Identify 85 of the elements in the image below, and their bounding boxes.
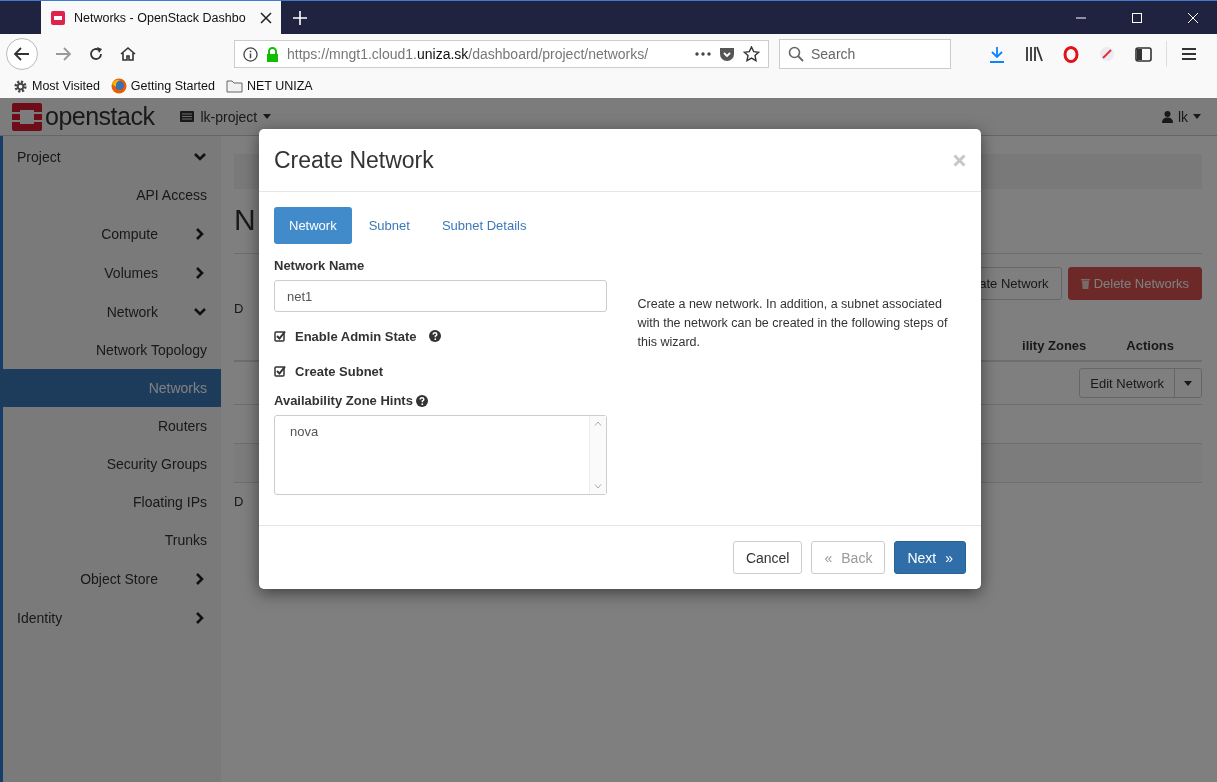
back-button[interactable]	[6, 38, 38, 70]
next-button[interactable]: Next »	[894, 541, 966, 574]
search-icon	[788, 46, 804, 62]
info-icon[interactable]	[243, 46, 258, 62]
folder-icon	[225, 79, 243, 93]
openstack-logo[interactable]: openstack	[12, 102, 155, 131]
new-tab-icon[interactable]	[293, 10, 307, 25]
chevron-right-icon	[196, 266, 204, 279]
tab-title: Networks - OpenStack Dashbo	[74, 10, 247, 25]
sidebar-item[interactable]: Identity	[3, 598, 221, 637]
network-name-field[interactable]: net1	[274, 280, 608, 312]
delete-networks-button[interactable]: Delete Networks	[1067, 267, 1202, 300]
dialog-title: Create Network	[274, 146, 434, 174]
sidebar-item[interactable]: Floating IPs	[3, 483, 221, 521]
reload-icon[interactable]	[88, 46, 104, 62]
column-header: Actions	[1126, 337, 1174, 353]
sidebar-item[interactable]: Security Groups	[3, 445, 221, 483]
help-icon[interactable]	[415, 394, 428, 407]
checkbox[interactable]	[274, 330, 286, 342]
sidebar-item[interactable]: Trunks	[3, 521, 221, 559]
lock-icon	[266, 46, 279, 62]
globe-icon	[110, 78, 127, 94]
field-label: Availability Zone Hints	[274, 393, 413, 408]
wizard-tab[interactable]: Network	[274, 207, 352, 244]
caret-icon	[1184, 380, 1192, 386]
sidebar-item[interactable]: Networks	[0, 369, 221, 407]
download-icon[interactable]	[989, 45, 1005, 63]
cancel-button[interactable]: Cancel	[732, 541, 803, 574]
bookmark-item[interactable]: Most Visited	[13, 78, 100, 94]
trash-icon	[1080, 278, 1090, 289]
wizard-tab[interactable]: Subnet	[353, 207, 425, 244]
project-dropdown[interactable]: lk-project	[180, 108, 272, 125]
tab-favicon-icon	[50, 9, 66, 26]
bookmark-item[interactable]: Getting Started	[110, 78, 215, 94]
field-label: Network Name	[274, 258, 366, 273]
footer-text: D	[234, 494, 245, 509]
caret-icon	[1193, 114, 1201, 119]
url-text: https://mngt1.cloud1.uniza.sk/dashboard/project/networks/	[287, 46, 650, 62]
address-bar[interactable]: https://mngt1.cloud1.uniza.sk/dashboard/project/networks/	[234, 40, 769, 68]
search-field[interactable]: Search	[779, 39, 951, 69]
sidebar-item[interactable]: Volumes	[3, 253, 221, 292]
sidebar-item[interactable]: API Access	[3, 176, 221, 214]
list-option[interactable]: nova	[290, 424, 575, 439]
browser-tab[interactable]: Networks - OpenStack Dashbo	[41, 1, 281, 34]
column-header: ility Zones	[1022, 337, 1087, 353]
filter-text: D	[234, 301, 244, 316]
bookmark-item[interactable]: NET UNIZA	[225, 79, 313, 93]
user-menu[interactable]: lk	[1161, 108, 1205, 125]
help-text: Create a new network. In addition, a subnet associated with the network can be created in the following steps of this wizard.	[637, 296, 949, 351]
user-icon	[1161, 110, 1173, 123]
edit-network-button[interactable]: Edit Network	[1079, 368, 1202, 398]
checkbox-label: Create Subnet	[295, 363, 384, 379]
zone-hints-list[interactable]: nova	[274, 415, 608, 495]
gear-icon	[13, 78, 28, 94]
sidebar-item[interactable]: Project	[3, 137, 221, 176]
close-icon[interactable]	[260, 11, 272, 24]
caret-icon	[263, 114, 272, 119]
page-title: N	[234, 202, 256, 238]
menu-icon[interactable]	[1181, 47, 1197, 61]
ring-icon[interactable]	[1063, 45, 1079, 63]
arrow-left-icon	[13, 45, 31, 63]
chevron-right-icon	[196, 572, 204, 585]
checkbox[interactable]	[274, 365, 286, 377]
chevron-right-icon	[196, 611, 204, 624]
pocket-icon[interactable]	[719, 46, 735, 62]
chevron-down-icon	[194, 307, 206, 316]
chevron-right-icon	[196, 227, 204, 240]
chevron-down-icon	[194, 152, 206, 161]
sidebar-item[interactable]: Routers	[3, 407, 221, 445]
forward-icon[interactable]	[54, 45, 72, 63]
sidebar-icon[interactable]	[1135, 46, 1152, 62]
home-icon[interactable]	[120, 46, 136, 62]
sidebar-item[interactable]: Network Topology	[3, 331, 221, 369]
help-icon[interactable]	[428, 330, 441, 342]
star-icon[interactable]	[743, 46, 760, 62]
compass-icon[interactable]	[1099, 46, 1115, 62]
sidebar-item[interactable]: Network	[3, 292, 221, 331]
more-icon[interactable]	[695, 52, 711, 56]
server-icon	[180, 111, 195, 122]
sidebar-item[interactable]: Compute	[3, 214, 221, 253]
wizard-tab[interactable]: Subnet Details	[426, 207, 542, 244]
sidebar-item[interactable]: Object Store	[3, 559, 221, 598]
library-icon[interactable]	[1025, 46, 1043, 62]
maximize-icon[interactable]	[1131, 11, 1143, 24]
checkbox-label: Enable Admin State	[295, 328, 417, 344]
